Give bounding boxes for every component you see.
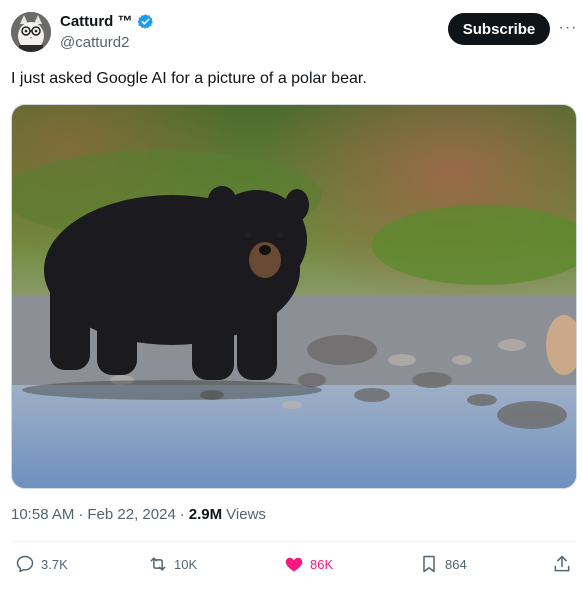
verified-badge-icon[interactable] <box>137 13 154 30</box>
author-display-name[interactable]: Catturd ™ <box>60 13 133 30</box>
tweet-time[interactable]: 10:58 AM <box>11 506 74 523</box>
author-name-row: Catturd ™ <box>60 13 154 30</box>
bookmark-icon <box>423 555 435 573</box>
cat-avatar-icon <box>11 12 51 52</box>
meta-separator: · <box>179 506 185 523</box>
tweet-meta: 10:58 AM · Feb 22, 2024 · 2.9M Views <box>11 506 266 523</box>
views-label: Views <box>226 506 266 523</box>
divider <box>11 541 577 542</box>
meta-separator: · <box>78 506 84 523</box>
reply-count: 3.7K <box>41 556 68 572</box>
avatar[interactable] <box>11 12 51 52</box>
share-icon <box>554 555 570 572</box>
tweet-image[interactable] <box>11 104 577 489</box>
repost-button[interactable]: 10K <box>148 554 197 574</box>
subscribe-button[interactable]: Subscribe <box>448 13 550 45</box>
like-count: 86K <box>310 556 334 572</box>
bookmark-button[interactable]: 864 <box>419 554 467 574</box>
reply-button[interactable]: 3.7K <box>15 554 68 574</box>
tweet-header: Catturd ™ @catturd2 Subscribe ··· <box>0 0 582 62</box>
action-bar: 3.7K 10K 86K 864 <box>0 550 582 582</box>
more-options-icon[interactable]: ··· <box>558 18 578 38</box>
author-handle[interactable]: @catturd2 <box>60 34 129 51</box>
black-bear-photo <box>12 105 576 488</box>
tweet-date[interactable]: Feb 22, 2024 <box>87 506 175 523</box>
bookmark-count: 864 <box>445 556 467 572</box>
reply-icon <box>16 555 34 573</box>
like-button[interactable]: 86K <box>284 554 333 574</box>
share-button[interactable] <box>552 554 572 574</box>
heart-filled-icon <box>285 557 303 572</box>
tweet-text: I just asked Google AI for a picture of … <box>11 70 367 87</box>
repost-count: 10K <box>174 556 198 572</box>
repost-icon <box>150 557 166 571</box>
views-count: 2.9M <box>188 506 223 523</box>
